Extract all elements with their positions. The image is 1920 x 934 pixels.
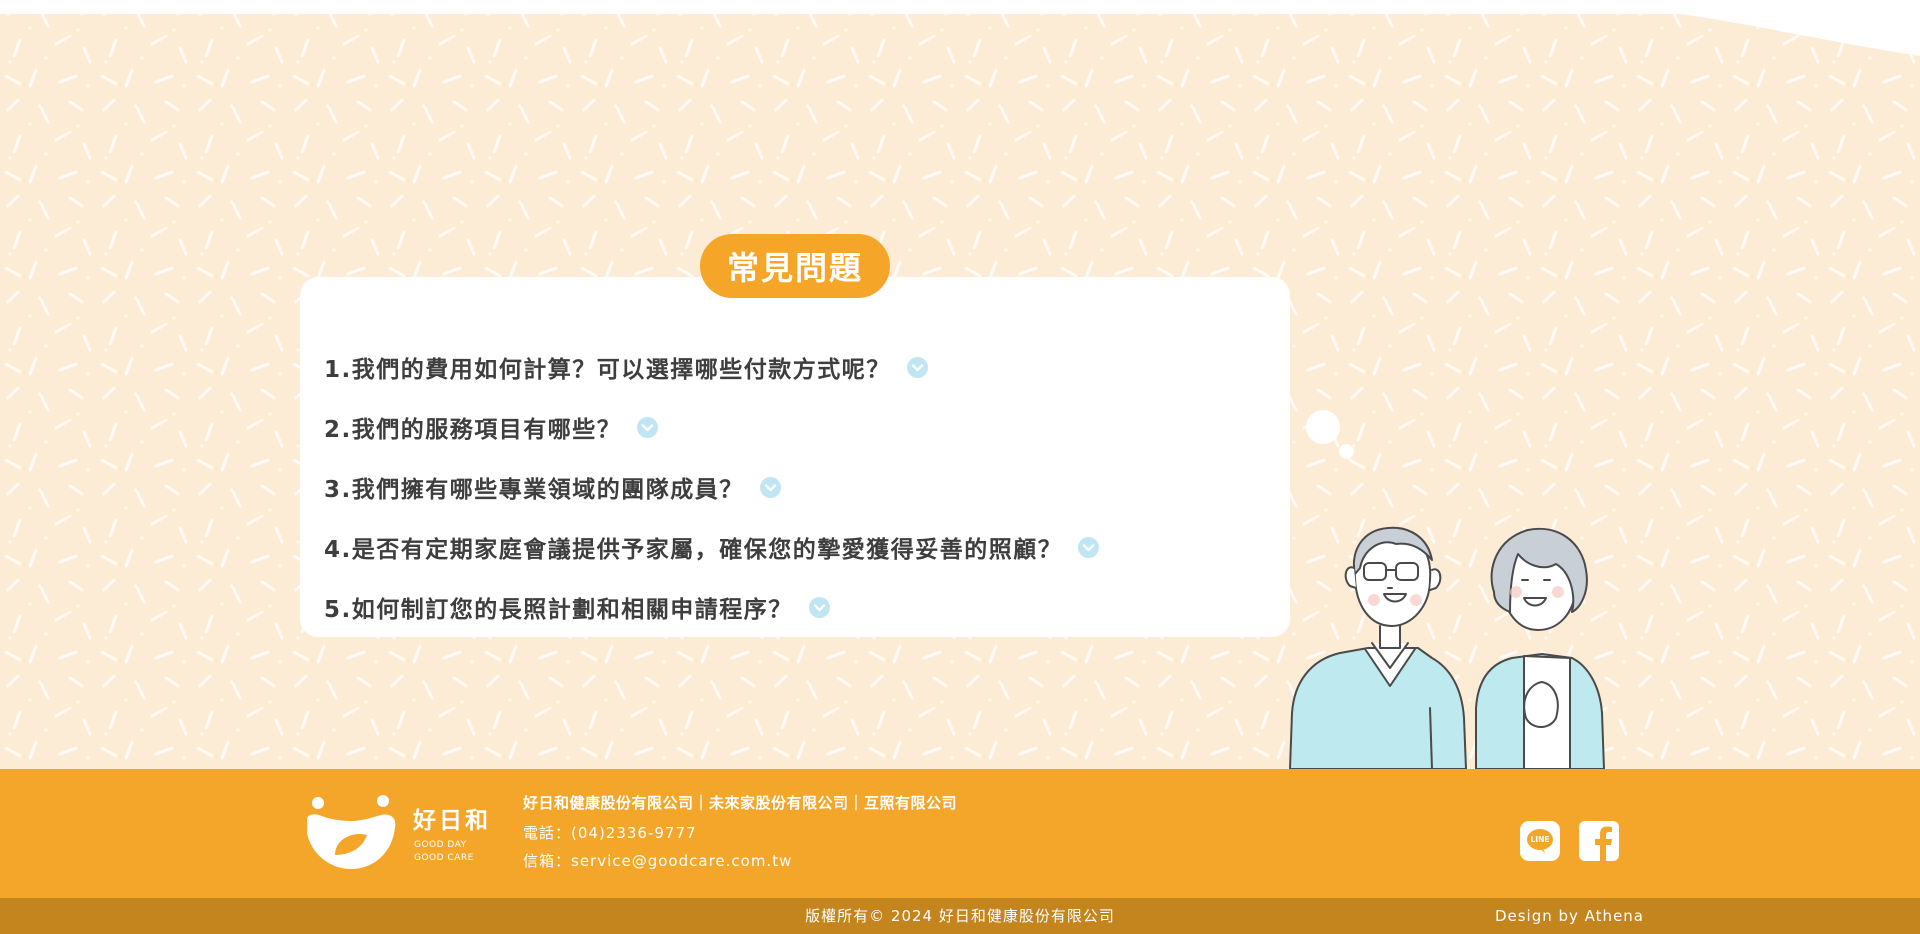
elderly-couple-illustration [1289,526,1605,769]
brand-logo[interactable]: 好日和 GOOD DAY GOOD CARE [305,795,505,875]
chevron-down-icon[interactable] [1078,536,1100,558]
faq-item[interactable]: 1.我們的費用如何計算？可以選擇哪些付款方式呢？ [324,337,1099,397]
logo-name: 好日和 [413,808,491,834]
chevron-down-icon[interactable] [637,416,659,438]
logo-tagline-2: GOOD CARE [414,853,474,863]
faq-question[interactable]: 4.是否有定期家庭會議提供予家屬，確保您的摯愛獲得妥善的照顧？ [324,530,1062,564]
thought-bubble-large [1306,410,1340,444]
facebook-icon[interactable] [1579,821,1619,861]
svg-text:LINE: LINE [1531,835,1550,844]
faq-item[interactable]: 4.是否有定期家庭會議提供予家屬，確保您的摯愛獲得妥善的照顧？ [324,517,1100,577]
line-icon[interactable]: LINE [1520,821,1560,861]
faq-question[interactable]: 1.我們的費用如何計算？可以選擇哪些付款方式呢？ [324,350,891,384]
faq-card: 1.我們的費用如何計算？可以選擇哪些付款方式呢？ 2.我們的服務項目有哪些？ 3… [300,277,1290,637]
faq-item[interactable]: 2.我們的服務項目有哪些？ [324,397,1099,457]
footer: 好日和 GOOD DAY GOOD CARE 好日和健康股份有限公司｜未來家股份… [0,769,1920,898]
faq-question[interactable]: 2.我們的服務項目有哪些？ [324,410,621,444]
faq-question[interactable]: 3.我們擁有哪些專業領域的團隊成員？ [324,470,744,504]
faq-item[interactable]: 3.我們擁有哪些專業領域的團隊成員？ [324,457,1099,517]
copyright-bar: 版權所有© 2024 好日和健康股份有限公司 Design by Athena [0,898,1920,934]
phone-number[interactable]: 電話：(04)2336-9777 [523,821,957,849]
faq-list: 1.我們的費用如何計算？可以選擇哪些付款方式呢？ 2.我們的服務項目有哪些？ 3… [324,337,1100,637]
company-names: 好日和健康股份有限公司｜未來家股份有限公司｜互照有限公司 [523,794,958,812]
chevron-down-icon[interactable] [906,356,928,378]
chevron-down-icon[interactable] [808,596,830,618]
faq-item[interactable]: 5.如何制訂您的長照計劃和相關申請程序？ [324,577,1099,637]
top-wave [0,0,1920,56]
logo-tagline-1: GOOD DAY [414,840,467,850]
thought-bubble-small [1339,444,1354,459]
design-credit[interactable]: Design by Athena [1495,898,1644,934]
page: 常見問題 1.我們的費用如何計算？可以選擇哪些付款方式呢？ 2.我們的服務項目有… [0,0,1920,934]
chevron-down-icon[interactable] [759,476,781,498]
faq-title: 常見問題 [700,234,890,298]
email-address[interactable]: 信箱：service@goodcare.com.tw [523,849,957,877]
logo-mark-icon [307,795,396,869]
faq-question[interactable]: 5.如何制訂您的長照計劃和相關申請程序？ [324,590,793,624]
contact-info: 好日和健康股份有限公司｜未來家股份有限公司｜互照有限公司 電話：(04)2336… [523,793,957,877]
